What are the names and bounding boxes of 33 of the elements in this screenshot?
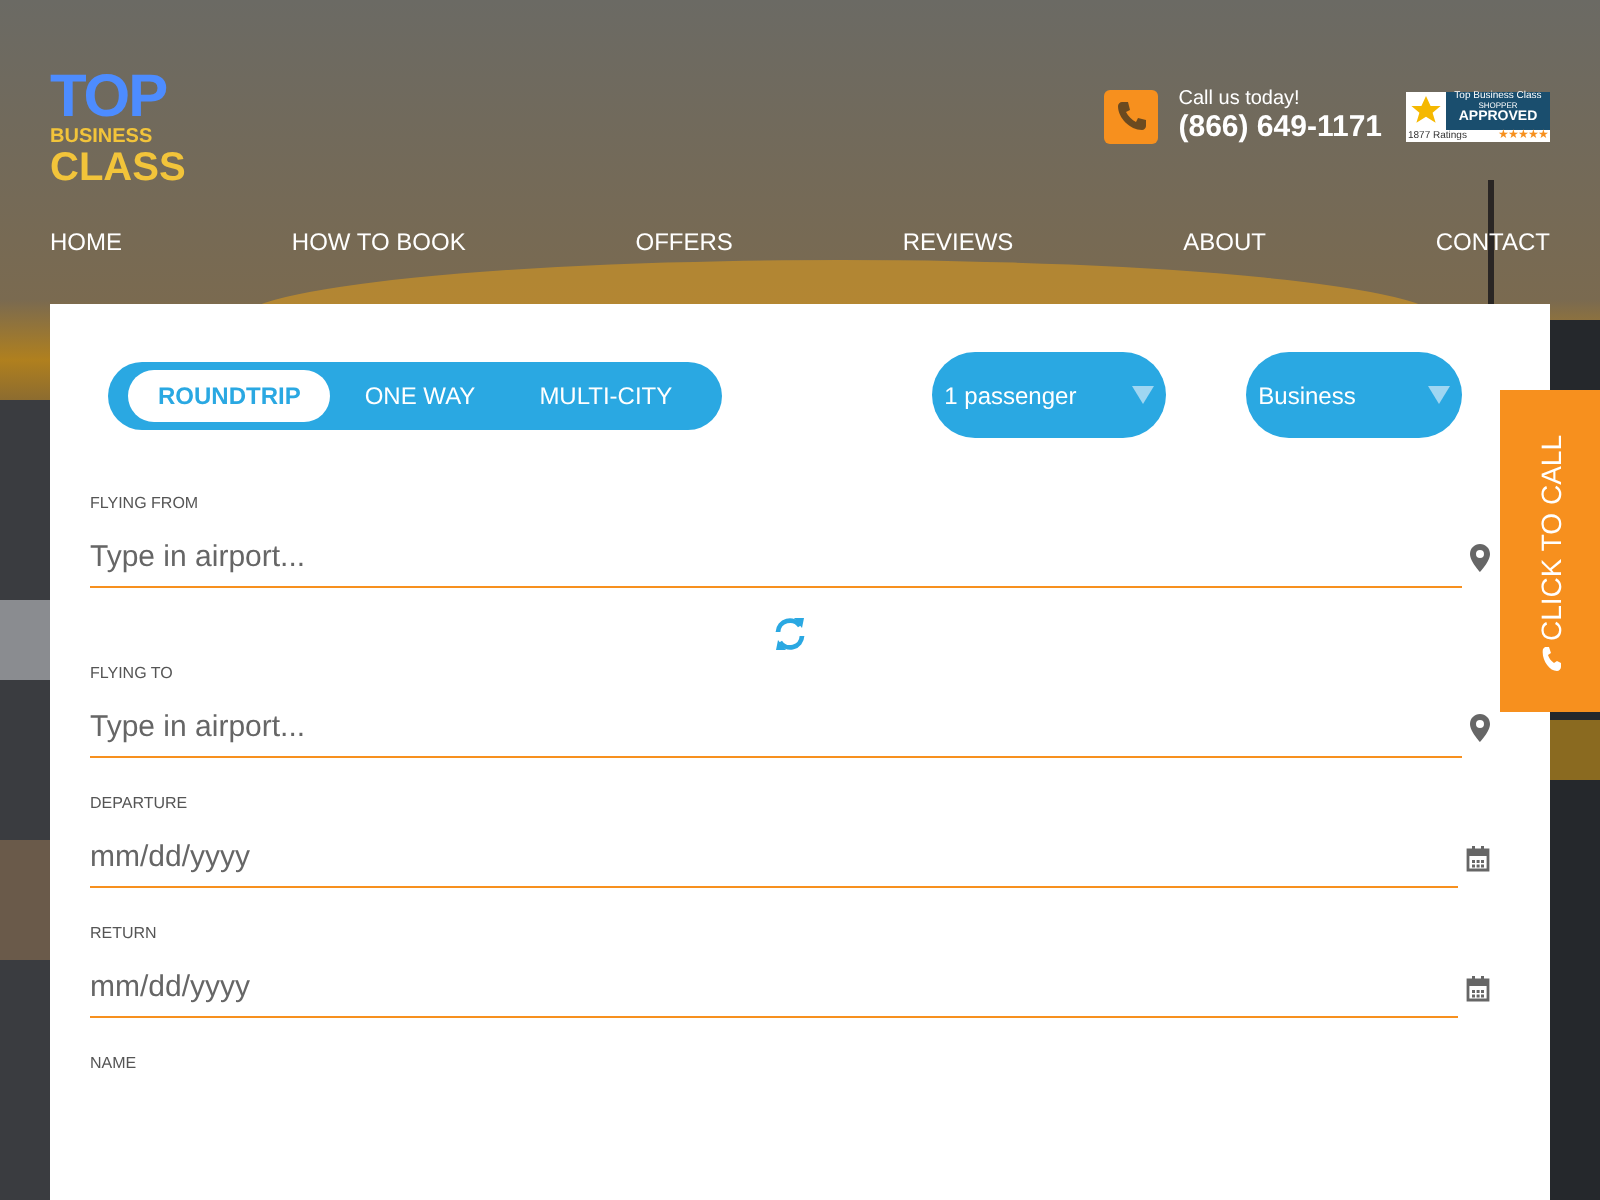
- field-label: DEPARTURE: [90, 794, 188, 812]
- nav-link[interactable]: ABOUT: [1183, 228, 1266, 256]
- field-label: NAME: [90, 1054, 137, 1072]
- trip-type-tab[interactable]: MULTI-CITY: [509, 369, 703, 421]
- location-pin-icon: [1470, 544, 1490, 572]
- star-icon: [1406, 91, 1446, 127]
- location-pin-icon: [1470, 714, 1490, 742]
- nav-link[interactable]: REVIEWS: [902, 228, 1014, 256]
- trip-type-tab[interactable]: ROUNDTRIP: [128, 369, 331, 421]
- nav-link[interactable]: HOME: [50, 228, 122, 256]
- input-field[interactable]: mm/dd/yyyy: [90, 958, 1458, 1018]
- calendar-icon: [1466, 845, 1490, 871]
- input-field[interactable]: Type in airport...: [90, 528, 1462, 588]
- nav-link[interactable]: CONTACT: [1435, 228, 1550, 256]
- input-field[interactable]: mm/dd/yyyy: [90, 828, 1458, 888]
- input-field[interactable]: Type in airport...: [90, 698, 1462, 758]
- calendar-icon: [1466, 975, 1490, 1001]
- field-label: RETURN: [90, 924, 157, 942]
- logo[interactable]: TOP BUSINESS CLASS: [50, 68, 186, 188]
- phone-icon: [1104, 89, 1159, 143]
- swap-icon[interactable]: [772, 616, 808, 652]
- caret-icon: [1132, 386, 1155, 404]
- call-caption: Call us today!: [1178, 88, 1302, 110]
- phone-number[interactable]: (866) 649-1171: [1178, 110, 1382, 144]
- phone-icon: [1540, 646, 1560, 670]
- nav-link[interactable]: OFFERS: [635, 228, 733, 256]
- nav-link[interactable]: HOW TO BOOK: [291, 228, 466, 256]
- dropdown[interactable]: 1 passenger: [932, 352, 1167, 438]
- dropdown[interactable]: Business: [1246, 352, 1463, 438]
- field-label: FLYING TO: [90, 664, 173, 682]
- caret-icon: [1428, 386, 1451, 404]
- trip-type-tab[interactable]: ONE WAY: [334, 369, 506, 421]
- field-label: FLYING FROM: [90, 494, 199, 512]
